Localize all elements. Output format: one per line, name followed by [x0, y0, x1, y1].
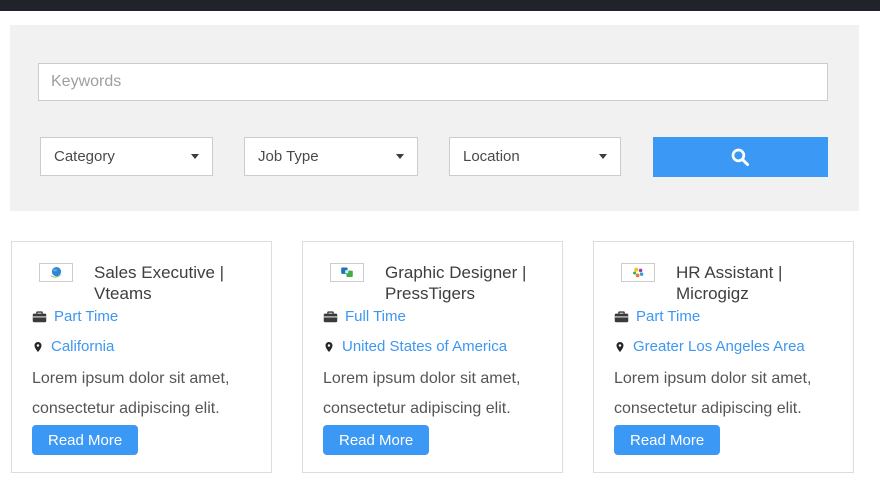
- read-more-button[interactable]: Read More: [32, 425, 139, 455]
- job-description: Lorem ipsum dolor sit amet, consectetur …: [323, 370, 521, 417]
- job-location-row: Greater Los Angeles Area: [614, 338, 805, 355]
- microgigz-logo: [621, 263, 655, 282]
- job-type-dropdown-label: Job Type: [258, 148, 319, 165]
- job-type-row: Full Time: [323, 308, 406, 325]
- job-location-row: United States of America: [323, 338, 507, 355]
- job-location-link[interactable]: California: [51, 338, 114, 355]
- category-dropdown-label: Category: [54, 148, 115, 165]
- briefcase-icon: [32, 310, 47, 324]
- search-button[interactable]: [653, 137, 828, 177]
- briefcase-icon: [323, 310, 338, 324]
- job-card: HR Assistant | Microgigz Part Time Great…: [593, 241, 854, 473]
- read-more-button[interactable]: Read More: [614, 425, 721, 455]
- job-search-panel: Category Job Type Location: [10, 25, 859, 211]
- job-title: Sales Executive | Vteams: [94, 263, 225, 303]
- job-card: Sales Executive | Vteams Part Time Calif…: [11, 241, 272, 473]
- job-description: Lorem ipsum dolor sit amet, consectetur …: [32, 370, 230, 417]
- job-type-row: Part Time: [32, 308, 118, 325]
- job-type-link[interactable]: Full Time: [345, 308, 406, 325]
- presstigers-logo: [330, 263, 364, 282]
- location-dropdown-label: Location: [463, 148, 520, 165]
- job-location-link[interactable]: United States of America: [342, 338, 507, 355]
- page: Category Job Type Location: [0, 0, 880, 492]
- briefcase-icon: [614, 310, 629, 324]
- job-type-row: Part Time: [614, 308, 700, 325]
- category-dropdown[interactable]: Category: [40, 137, 213, 176]
- job-type-dropdown[interactable]: Job Type: [244, 137, 418, 176]
- location-dropdown[interactable]: Location: [449, 137, 621, 176]
- map-pin-icon: [32, 339, 44, 355]
- top-navigation-bar: [0, 0, 880, 11]
- map-pin-icon: [323, 339, 335, 355]
- read-more-button[interactable]: Read More: [323, 425, 430, 455]
- job-listings: Sales Executive | Vteams Part Time Calif…: [11, 241, 856, 473]
- chevron-down-icon: [599, 154, 607, 159]
- job-type-link[interactable]: Part Time: [636, 308, 700, 325]
- job-description: Lorem ipsum dolor sit amet, consectetur …: [614, 370, 812, 417]
- job-card: Graphic Designer | PressTigers Full Time: [302, 241, 563, 473]
- chevron-down-icon: [191, 154, 199, 159]
- vteams-logo: [39, 263, 73, 282]
- map-pin-icon: [614, 339, 626, 355]
- keywords-input[interactable]: [38, 63, 828, 101]
- job-location-row: California: [32, 338, 114, 355]
- job-title: Graphic Designer | PressTigers: [385, 263, 527, 303]
- search-icon: [728, 145, 753, 170]
- job-type-link[interactable]: Part Time: [54, 308, 118, 325]
- job-title: HR Assistant | Microgigz: [676, 263, 783, 303]
- chevron-down-icon: [396, 154, 404, 159]
- job-location-link[interactable]: Greater Los Angeles Area: [633, 338, 805, 355]
